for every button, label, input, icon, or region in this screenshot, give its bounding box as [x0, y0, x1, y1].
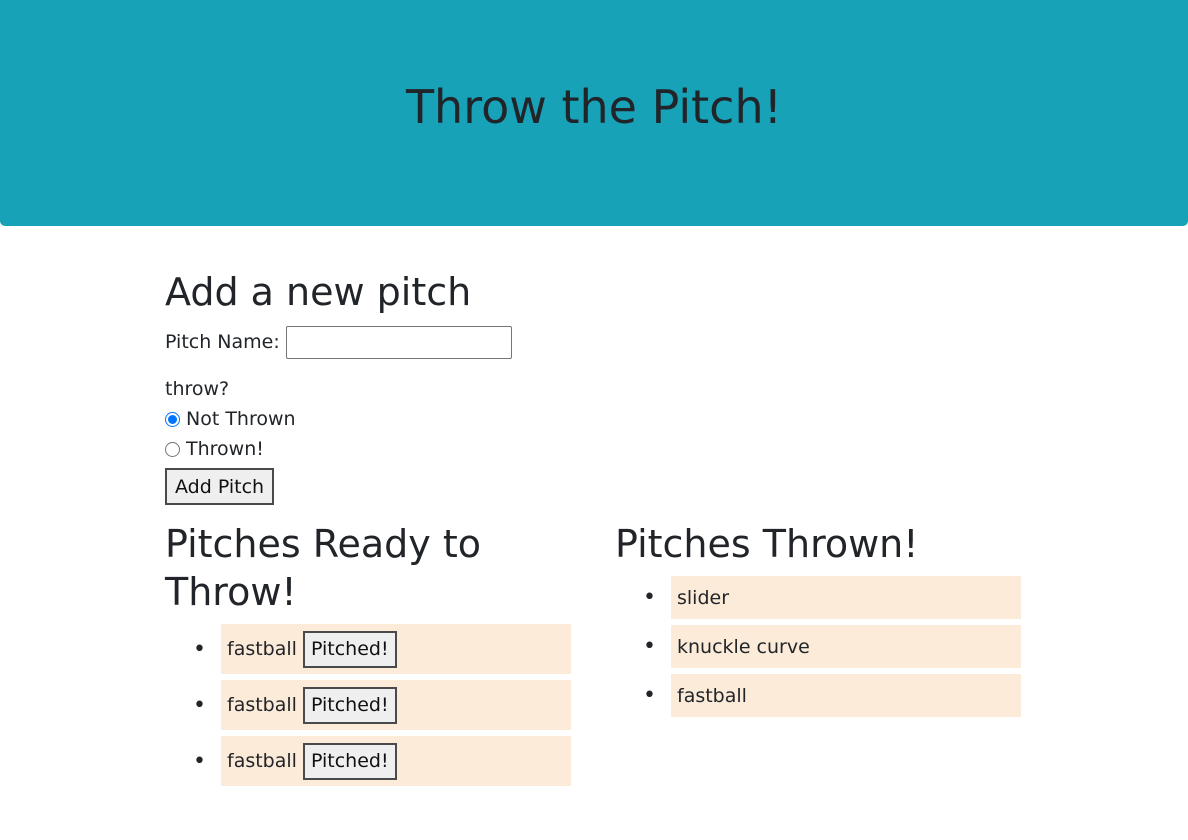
add-pitch-button[interactable]: Add Pitch	[165, 468, 275, 505]
thrown-column: Pitches Thrown! slider knuckle curve fas…	[615, 520, 1021, 723]
ready-item-name: fastball	[227, 694, 297, 716]
thrown-item: slider	[643, 576, 1021, 619]
radio-thrown-row[interactable]: Thrown!	[165, 434, 1025, 464]
form-title: Add a new pitch	[165, 270, 472, 314]
ready-list: fastball Pitched! fastball Pitched! fast…	[165, 624, 571, 786]
radio-thrown-label: Thrown!	[186, 438, 264, 460]
ready-item-name: fastball	[227, 750, 297, 772]
pitch-name-row: Pitch Name:	[165, 322, 1025, 362]
thrown-title: Pitches Thrown!	[615, 522, 919, 566]
ready-title: Pitches Ready to Throw!	[165, 522, 481, 614]
pitched-button[interactable]: Pitched!	[302, 742, 397, 780]
thrown-item: knuckle curve	[643, 625, 1021, 668]
pitched-button[interactable]: Pitched!	[302, 686, 397, 724]
throw-label: throw?	[165, 378, 230, 400]
ready-item: fastball Pitched!	[193, 736, 571, 786]
pitch-name-input[interactable]	[285, 325, 512, 359]
ready-item: fastball Pitched!	[193, 680, 571, 730]
thrown-item-name: fastball	[677, 684, 747, 707]
thrown-item: fastball	[643, 674, 1021, 717]
ready-item-name: fastball	[227, 638, 297, 660]
thrown-item-name: knuckle curve	[677, 635, 810, 658]
thrown-item-name: slider	[677, 586, 730, 609]
add-pitch-form: Add a new pitch Pitch Name: throw? Not T…	[165, 262, 1025, 505]
pitch-name-label: Pitch Name:	[165, 331, 280, 353]
radio-not-thrown-label: Not Thrown	[186, 408, 296, 430]
pitch-lists: Pitches Ready to Throw! fastball Pitched…	[165, 520, 1025, 820]
radio-not-thrown[interactable]	[165, 411, 180, 427]
ready-item: fastball Pitched!	[193, 624, 571, 674]
header-banner: Throw the Pitch!	[0, 0, 1188, 226]
page-title: Throw the Pitch!	[405, 80, 783, 134]
pitched-button[interactable]: Pitched!	[302, 630, 397, 668]
radio-not-thrown-row[interactable]: Not Thrown	[165, 404, 1025, 434]
radio-thrown[interactable]	[165, 441, 180, 457]
ready-column: Pitches Ready to Throw! fastball Pitched…	[165, 520, 571, 792]
thrown-list: slider knuckle curve fastball	[615, 576, 1021, 717]
